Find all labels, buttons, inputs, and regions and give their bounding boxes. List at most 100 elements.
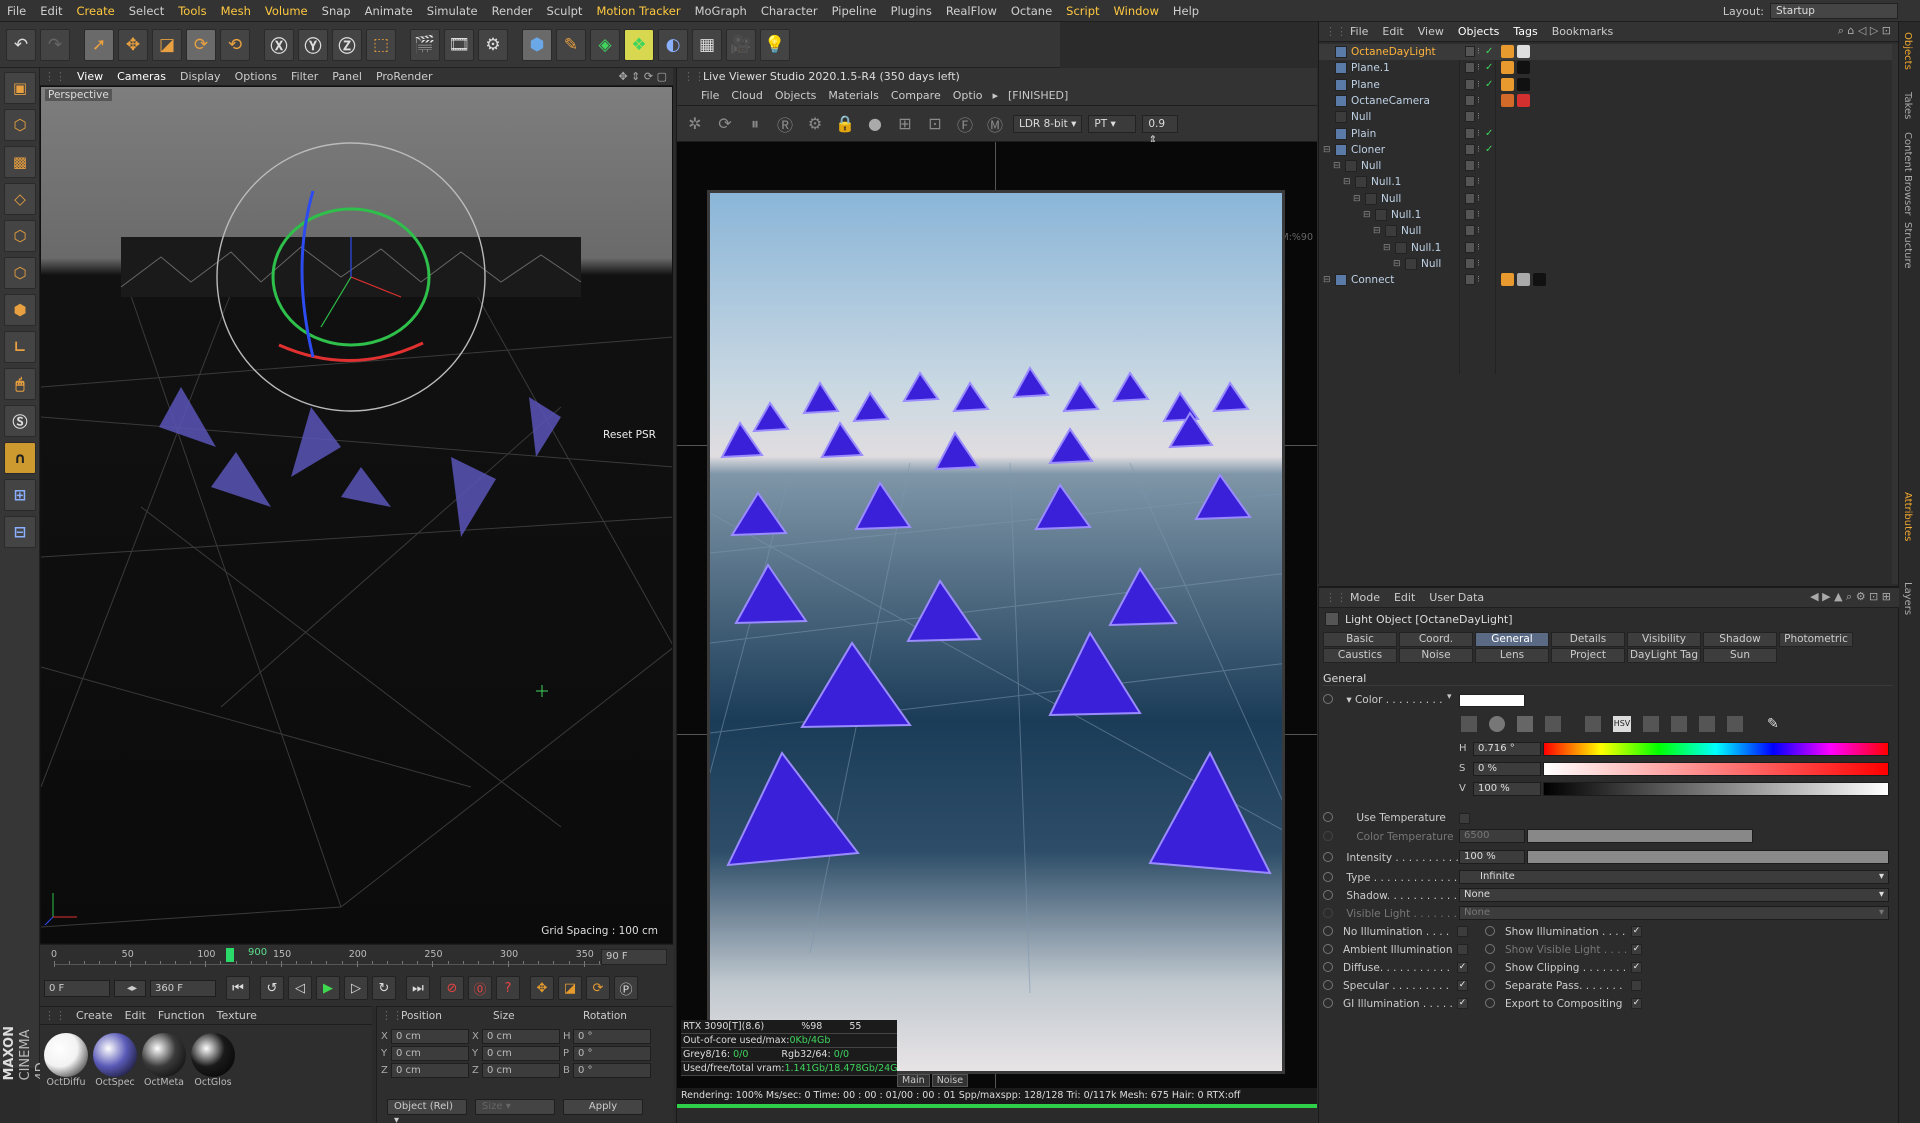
- menu-render[interactable]: Render: [485, 0, 540, 22]
- checkbox[interactable]: ✓: [1631, 962, 1642, 973]
- color-kelvin-mode-icon[interactable]: [1643, 716, 1659, 732]
- go-to-start-icon[interactable]: ⏮: [226, 976, 250, 1000]
- side-tab-layers[interactable]: Layers: [1902, 582, 1913, 615]
- lv-menu-cloud[interactable]: Cloud: [725, 86, 768, 106]
- key-scale-icon[interactable]: ◪: [558, 976, 582, 1000]
- coord-size-dropdown[interactable]: Size ▾: [475, 1099, 555, 1115]
- object-row[interactable]: Null ⁝: [1319, 109, 1899, 125]
- floor-icon[interactable]: ▦: [692, 28, 722, 61]
- recent-tool-icon[interactable]: ⟲: [220, 28, 250, 61]
- timeline-ruler[interactable]: 0 50 100 150 200 250 300 350: [51, 949, 614, 967]
- tab-details[interactable]: Details: [1551, 632, 1625, 647]
- hue-field[interactable]: 0.716 °: [1473, 742, 1541, 756]
- light-icon[interactable]: 💡: [760, 28, 790, 61]
- menu-help[interactable]: Help: [1166, 0, 1206, 22]
- checkbox-anim-icon[interactable]: [1323, 980, 1333, 990]
- checkbox[interactable]: ✓: [1631, 926, 1642, 937]
- model-mode-icon[interactable]: ⬡: [4, 109, 36, 141]
- color-temperature-slider[interactable]: [1527, 829, 1753, 843]
- object-row[interactable]: ⊟ Null.1 ⁝: [1319, 207, 1899, 223]
- object-row[interactable]: Plane ⁝ ✓: [1319, 77, 1899, 93]
- checkbox-anim-icon[interactable]: [1485, 998, 1495, 1008]
- object-enabled-check-icon[interactable]: ✓: [1485, 126, 1493, 142]
- object-render-dots-icon[interactable]: ⁝: [1477, 109, 1480, 125]
- checkbox-anim-icon[interactable]: [1485, 980, 1495, 990]
- solo-icon[interactable]: Ⓢ: [4, 405, 36, 437]
- lv-menu-file[interactable]: File: [695, 86, 725, 106]
- object-render-dots-icon[interactable]: ⁝: [1477, 77, 1480, 93]
- color-temperature-field[interactable]: 6500: [1459, 829, 1525, 843]
- object-visibility-toggle[interactable]: [1465, 127, 1475, 139]
- timeline[interactable]: 0 50 100 150 200 250 300 350 900 90 F: [40, 944, 673, 970]
- object-row[interactable]: ⊟ Null.1 ⁝: [1319, 240, 1899, 256]
- material-menu-function[interactable]: Function: [152, 1007, 211, 1025]
- object-render-dots-icon[interactable]: ⁝: [1477, 256, 1480, 272]
- object-expand-icon[interactable]: ⊟: [1333, 158, 1341, 174]
- object-render-dots-icon[interactable]: ⁝: [1477, 44, 1480, 60]
- menu-motion-tracker[interactable]: Motion Tracker: [589, 0, 687, 22]
- object-name[interactable]: Null.1: [1371, 174, 1401, 190]
- tab-visibility[interactable]: Visibility: [1627, 632, 1701, 647]
- object-expand-icon[interactable]: ⊟: [1383, 240, 1391, 256]
- texture-mode-icon[interactable]: ▩: [4, 146, 36, 178]
- tab-photometric[interactable]: Photometric: [1779, 632, 1853, 647]
- object-name[interactable]: Null: [1421, 256, 1441, 272]
- menu-character[interactable]: Character: [754, 0, 825, 22]
- menu-tools[interactable]: Tools: [171, 0, 213, 22]
- region-render-icon[interactable]: Ⓡ: [773, 112, 797, 136]
- object-tag-icon[interactable]: [1501, 77, 1514, 91]
- color-swatches-mode-icon[interactable]: [1727, 716, 1743, 732]
- color-hsv-mode-icon[interactable]: HSV: [1613, 716, 1631, 732]
- coord-drag-handle-icon[interactable]: ⋮⋮: [381, 1009, 403, 1022]
- material-item[interactable]: OctGlos: [190, 1031, 236, 1088]
- use-temperature-check[interactable]: [1459, 813, 1470, 824]
- timeline-playhead[interactable]: [226, 948, 234, 962]
- object-name[interactable]: Null: [1381, 191, 1401, 207]
- material-item[interactable]: OctDiffu: [43, 1031, 89, 1088]
- tab-shadow[interactable]: Shadow: [1703, 632, 1777, 647]
- z-axis-icon[interactable]: Ⓩ: [332, 28, 362, 61]
- object-row[interactable]: ⊟ Null ⁝: [1319, 256, 1899, 272]
- object-visibility-toggle[interactable]: [1465, 274, 1475, 286]
- object-visibility-toggle[interactable]: [1465, 241, 1475, 253]
- go-to-end-icon[interactable]: ⏭: [406, 976, 430, 1000]
- saturation-slider[interactable]: [1543, 762, 1889, 776]
- material-item[interactable]: OctMeta: [141, 1031, 187, 1088]
- checkbox[interactable]: ✓: [1631, 944, 1642, 955]
- object-row[interactable]: Plain ⁝ ✓: [1319, 126, 1899, 142]
- checkbox-anim-icon[interactable]: [1323, 962, 1333, 972]
- checkbox-anim-icon[interactable]: [1485, 926, 1495, 936]
- color-wheel-mode-icon[interactable]: [1461, 716, 1477, 732]
- make-editable-icon[interactable]: ▣: [4, 72, 36, 104]
- menu-octane[interactable]: Octane: [1004, 0, 1059, 22]
- object-visibility-toggle[interactable]: [1465, 62, 1475, 74]
- object-name[interactable]: Cloner: [1351, 142, 1385, 158]
- scale-tool-icon[interactable]: ◪: [152, 28, 182, 61]
- undo-icon[interactable]: ↶: [6, 28, 36, 61]
- object-expand-icon[interactable]: ⊟: [1343, 174, 1351, 190]
- 3d-viewport[interactable]: Perspective Reset PSR Grid Spacing: 100…: [40, 86, 673, 944]
- object-name[interactable]: Plain: [1351, 126, 1376, 142]
- workplane-icon[interactable]: ◇: [4, 183, 36, 215]
- coordinate-system-icon[interactable]: ⬚: [366, 28, 396, 61]
- object-name[interactable]: OctaneCamera: [1351, 93, 1430, 109]
- object-name[interactable]: Null.1: [1411, 240, 1441, 256]
- type-dropdown[interactable]: Infinite ▾: [1459, 870, 1889, 884]
- deformer-icon[interactable]: ◐: [658, 28, 688, 61]
- am-drag-handle-icon[interactable]: ⋮⋮: [1325, 591, 1347, 604]
- spline-pen-icon[interactable]: ✎: [556, 28, 586, 61]
- color-swatch[interactable]: [1459, 694, 1525, 707]
- color-mixer-mode-icon[interactable]: [1671, 716, 1687, 732]
- key-rotation-icon[interactable]: ⟳: [586, 976, 610, 1000]
- object-render-dots-icon[interactable]: ⁝: [1477, 60, 1480, 76]
- object-row[interactable]: ⊟ Null ⁝: [1319, 223, 1899, 239]
- lv-menu-optio[interactable]: Optio: [947, 86, 989, 106]
- select-tool-icon[interactable]: ➚: [84, 28, 114, 61]
- object-visibility-toggle[interactable]: [1465, 257, 1475, 269]
- object-row[interactable]: ⊟ Null.1 ⁝: [1319, 174, 1899, 190]
- object-row[interactable]: ⊟ Null ⁝: [1319, 158, 1899, 174]
- tab-sun[interactable]: Sun: [1703, 648, 1777, 663]
- tab-coord-[interactable]: Coord.: [1399, 632, 1473, 647]
- object-tag-icon[interactable]: [1517, 93, 1530, 107]
- om-nav-icons[interactable]: ⌕ ⌂ ◁ ▷ ⊡: [1838, 24, 1891, 38]
